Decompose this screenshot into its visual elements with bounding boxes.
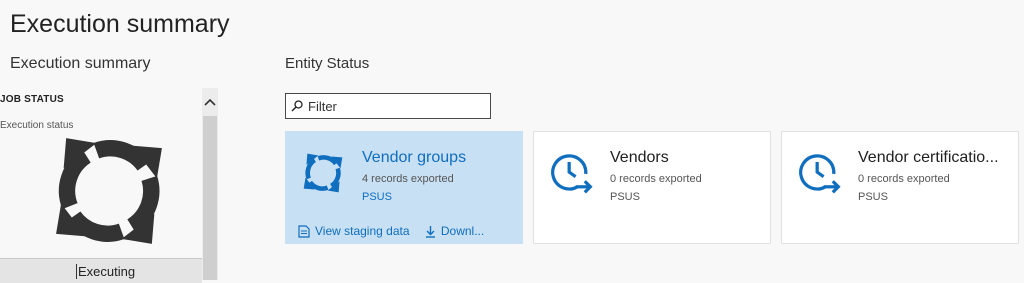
download-label: Downl... — [440, 224, 485, 238]
card-title: Vendor certificatio... — [858, 149, 999, 166]
card-company: PSUS — [610, 191, 640, 203]
document-icon — [298, 224, 310, 238]
download-button[interactable]: Downl... — [425, 224, 484, 238]
scroll-up-chevron-icon[interactable] — [202, 92, 218, 112]
execution-summary-heading: Execution summary — [10, 55, 151, 72]
entity-card-vendors[interactable]: Vendors 0 records exported PSUS — [533, 131, 771, 244]
refresh-icon — [303, 153, 343, 193]
scrollbar-thumb[interactable] — [203, 116, 217, 280]
card-actions: View staging data Downl... — [298, 224, 496, 241]
search-icon — [291, 100, 303, 112]
filter-input[interactable] — [308, 97, 483, 115]
clock-arrow-icon — [551, 154, 593, 194]
card-records: 4 records exported — [362, 173, 454, 185]
card-title: Vendors — [610, 149, 669, 166]
entity-card-vendor-certifications[interactable]: Vendor certificatio... 0 records exporte… — [781, 131, 1019, 244]
refresh-icon — [56, 138, 162, 244]
card-company: PSUS — [362, 191, 392, 203]
job-status-label: JOB STATUS — [0, 94, 64, 105]
card-records: 0 records exported — [610, 173, 702, 185]
card-records: 0 records exported — [858, 173, 950, 185]
clock-arrow-icon — [799, 154, 841, 194]
download-icon — [425, 225, 435, 238]
entity-card-vendor-groups[interactable]: Vendor groups 4 records exported PSUS Vi… — [285, 131, 523, 244]
page-title: Execution summary — [10, 10, 230, 38]
card-company: PSUS — [858, 191, 888, 203]
card-title: Vendor groups — [362, 149, 467, 166]
filter-field[interactable] — [285, 93, 491, 119]
view-staging-data-button[interactable]: View staging data — [298, 224, 410, 238]
entity-status-heading: Entity Status — [285, 55, 370, 72]
execution-status-value: Executing — [0, 258, 202, 283]
status-value-text: Executing — [76, 264, 136, 279]
execution-summary-panel: JOB STATUS Execution status Executing — [0, 88, 220, 283]
view-staging-label: View staging data — [315, 224, 410, 238]
